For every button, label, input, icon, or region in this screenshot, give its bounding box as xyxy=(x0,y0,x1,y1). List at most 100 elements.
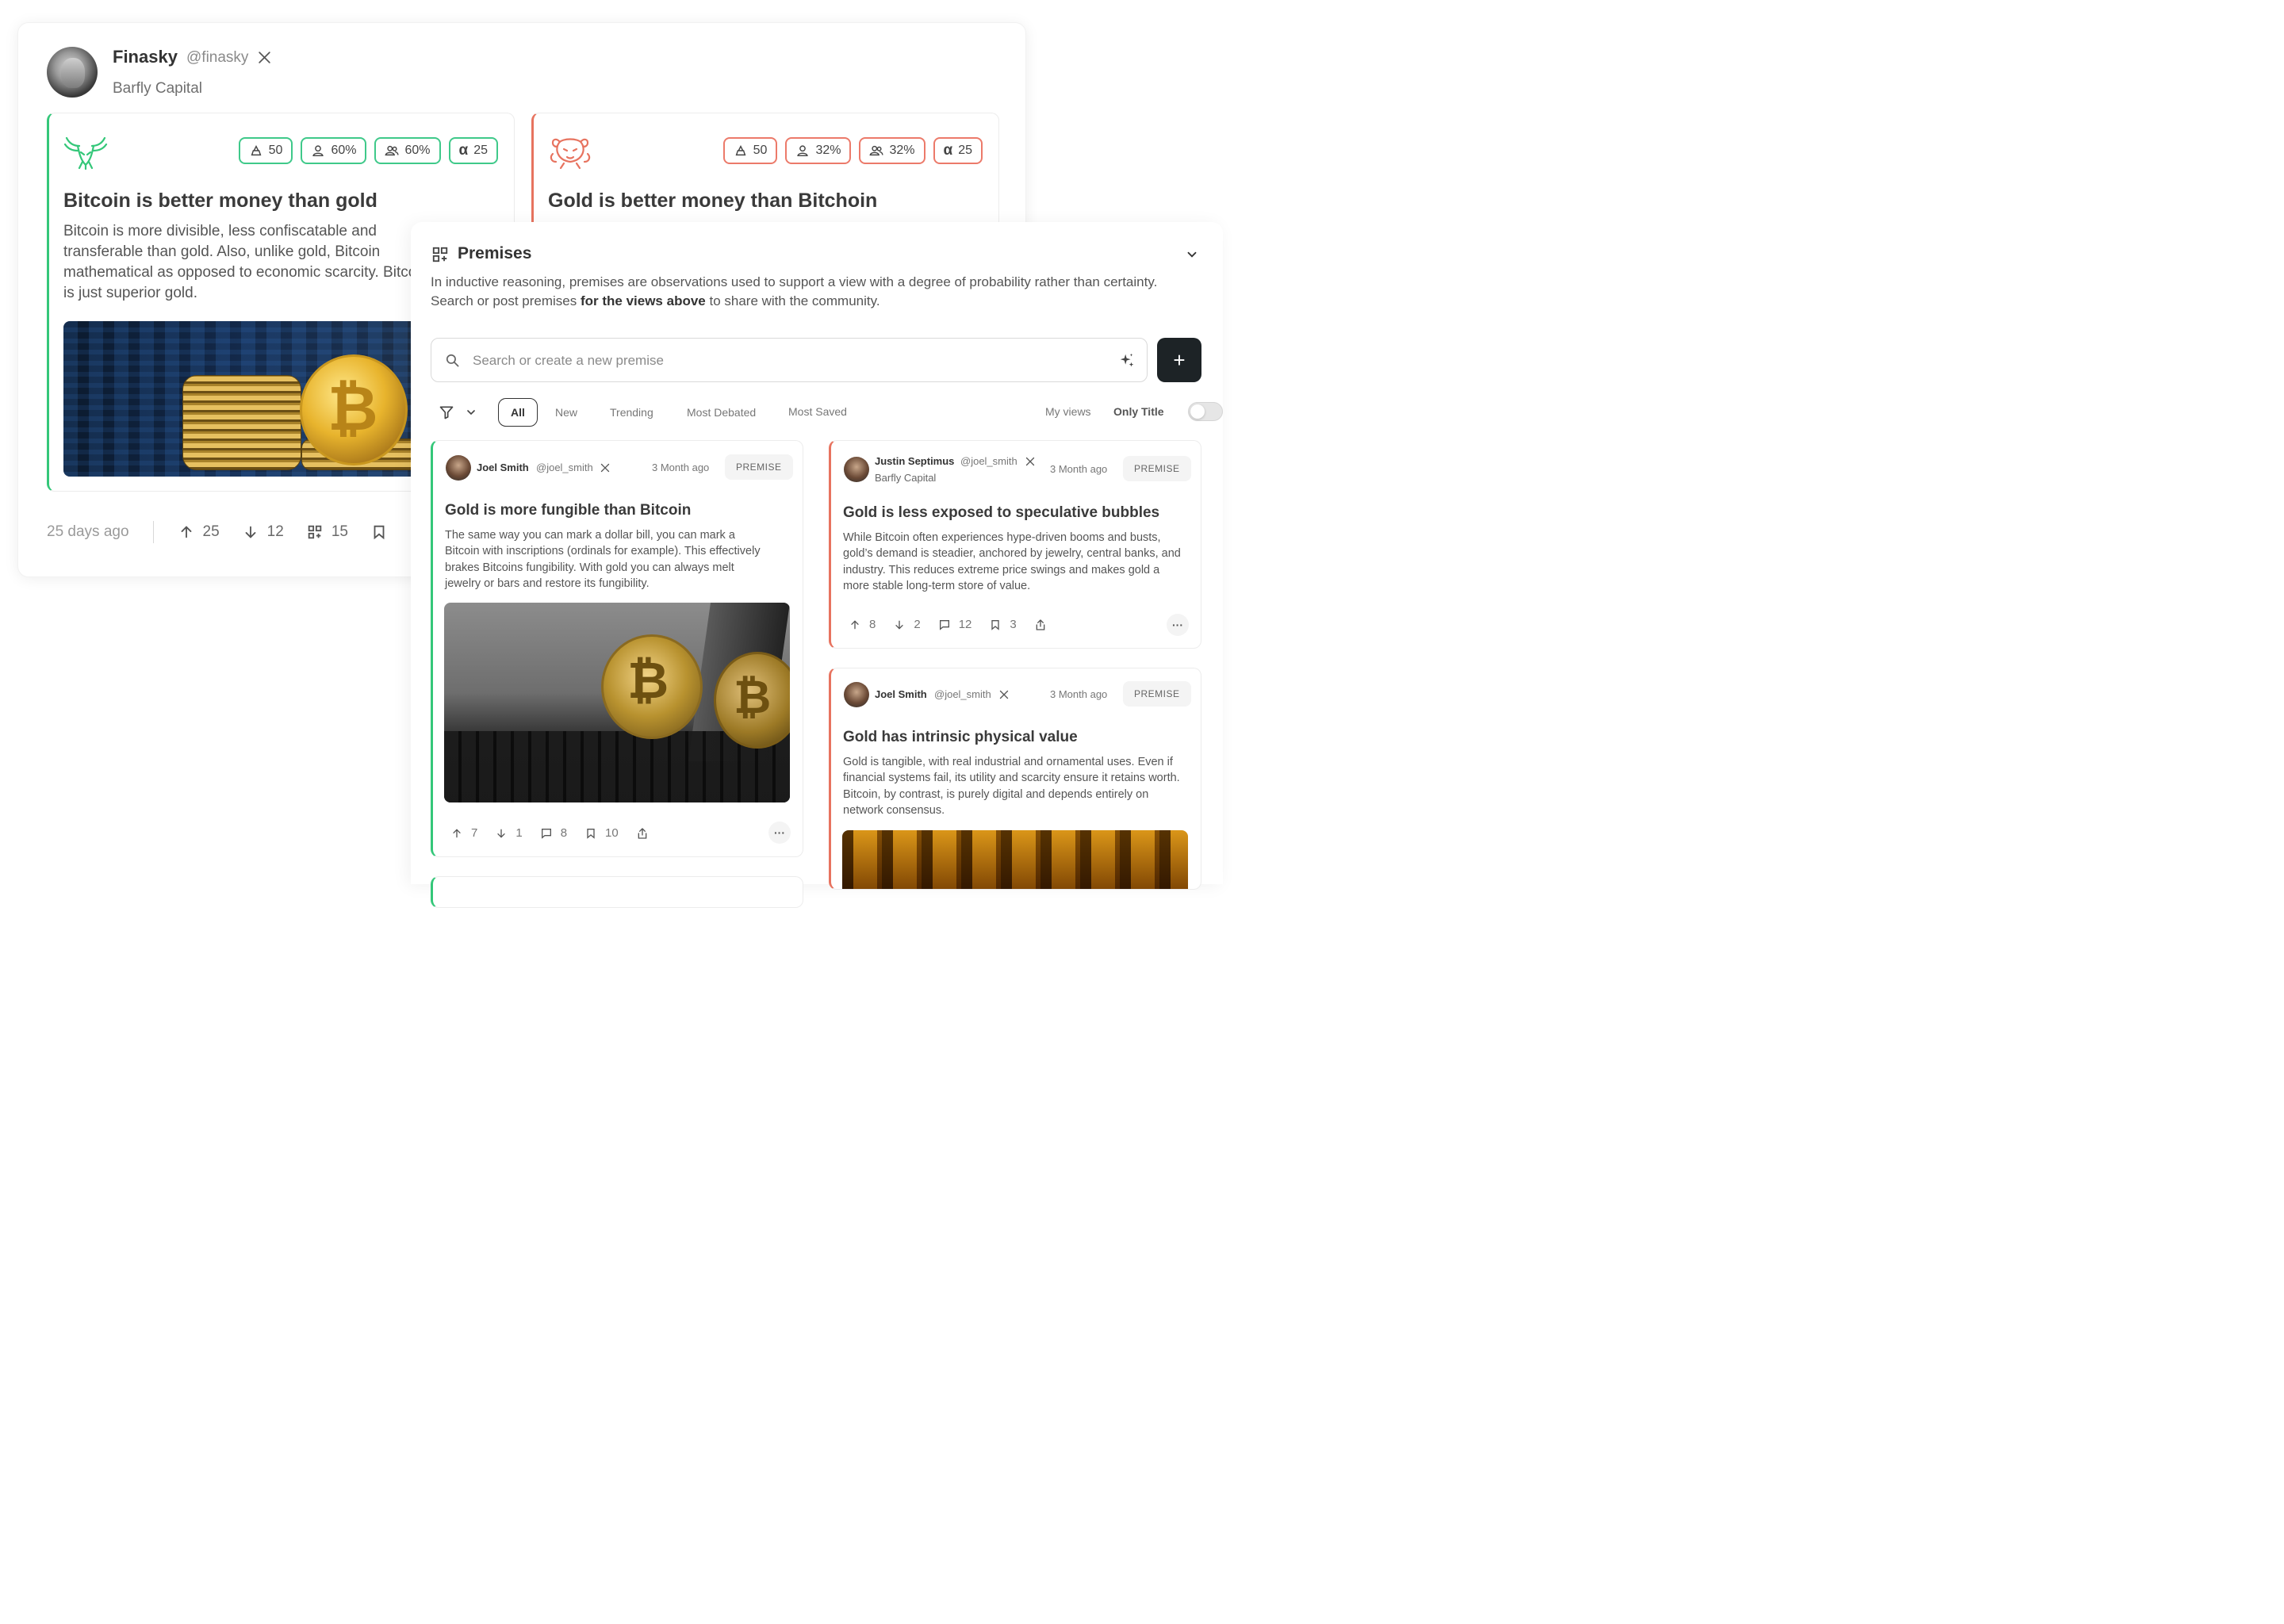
only-title-toggle[interactable] xyxy=(1188,402,1223,421)
stake-badge[interactable]: 50 xyxy=(722,137,778,164)
arrow-down-icon xyxy=(497,829,506,838)
x-logo-icon[interactable] xyxy=(999,690,1009,699)
premise-card[interactable]: Joel Smith @joel_smith 3 Month ago PREMI… xyxy=(829,668,1201,890)
alpha-value: 25 xyxy=(958,144,972,157)
stake-icon xyxy=(251,144,262,156)
divider xyxy=(152,521,154,543)
stake-badge[interactable]: 50 xyxy=(238,137,293,164)
ai-sparkle-icon[interactable] xyxy=(1118,352,1136,370)
more-options-button[interactable]: ··· xyxy=(1167,614,1189,636)
premise-title[interactable]: Gold is less exposed to speculative bubb… xyxy=(843,504,1159,522)
stake-value: 50 xyxy=(753,144,768,157)
premise-card[interactable] xyxy=(431,876,803,908)
x-logo-icon[interactable] xyxy=(1025,457,1035,466)
arrow-up-icon xyxy=(851,619,859,629)
upvote-count: 25 xyxy=(202,523,220,540)
premise-author-org: Barfly Capital xyxy=(875,472,937,484)
comment-icon xyxy=(939,619,949,630)
premise-handle[interactable]: @joel_smith xyxy=(960,455,1017,467)
bookmark-button[interactable]: 10 xyxy=(584,826,619,840)
community-agree-badge[interactable]: 60% xyxy=(374,137,441,164)
downvote-count: 12 xyxy=(266,523,284,540)
x-logo-icon[interactable] xyxy=(600,463,610,473)
premise-search-input[interactable] xyxy=(473,348,1091,373)
user-agree-badge[interactable]: 32% xyxy=(785,137,852,164)
avatar[interactable] xyxy=(844,682,869,707)
avatar[interactable] xyxy=(446,455,471,481)
tab-all[interactable]: All xyxy=(498,398,538,427)
tab-most-debated[interactable]: Most Debated xyxy=(687,398,756,427)
view-title[interactable]: Bitcoin is better money than gold xyxy=(63,190,377,213)
premise-author[interactable]: Joel Smith xyxy=(477,462,529,473)
upvote-button[interactable]: 8 xyxy=(849,618,876,631)
community-agree-badge[interactable]: 32% xyxy=(859,137,925,164)
premises-grid-icon xyxy=(432,247,448,262)
premise-title[interactable]: Gold is more fungible than Bitcoin xyxy=(445,502,691,519)
bookmark-icon xyxy=(587,828,595,839)
arrow-down-icon xyxy=(895,620,904,630)
premise-handle[interactable]: @joel_smith xyxy=(536,462,593,473)
user-icon xyxy=(312,145,324,157)
arrow-down-icon xyxy=(245,526,256,538)
author-name[interactable]: Finasky xyxy=(113,47,178,67)
premise-tag: PREMISE xyxy=(1123,681,1191,707)
tab-trending[interactable]: Trending xyxy=(610,398,653,427)
upvote-button[interactable]: 7 xyxy=(450,826,477,840)
filter-funnel-icon[interactable] xyxy=(439,404,454,420)
premise-handle[interactable]: @joel_smith xyxy=(934,688,991,700)
my-views-filter[interactable]: My views xyxy=(1045,405,1091,418)
share-button[interactable] xyxy=(1034,619,1047,631)
downvote-button[interactable]: 12 xyxy=(242,523,284,541)
add-premise-button[interactable]: + xyxy=(1157,338,1201,382)
bookmark-icon xyxy=(991,619,1000,630)
user-icon xyxy=(797,145,809,157)
premise-author[interactable]: Joel Smith xyxy=(875,688,927,700)
tab-most-saved[interactable]: Most Saved xyxy=(788,397,847,426)
premise-card[interactable]: Justin Septimus @joel_smith Barfly Capit… xyxy=(829,440,1201,649)
upvote-button[interactable]: 25 xyxy=(178,523,220,541)
alpha-value: 25 xyxy=(473,144,488,157)
downvote-button[interactable]: 2 xyxy=(893,618,921,631)
premises-grid-icon xyxy=(308,525,322,539)
posted-time: 25 days ago xyxy=(47,523,129,540)
view-title[interactable]: Gold is better money than Bitchoin xyxy=(548,190,877,213)
premise-search-box xyxy=(431,338,1148,382)
share-button[interactable] xyxy=(636,827,649,840)
tab-new[interactable]: New xyxy=(555,398,577,427)
author-avatar[interactable] xyxy=(47,47,98,98)
bear-logo-icon xyxy=(550,138,591,170)
bookmark-button[interactable] xyxy=(370,523,388,541)
downvote-button[interactable]: 1 xyxy=(495,826,523,840)
premise-body: The same way you can mark a dollar bill,… xyxy=(445,529,761,590)
premise-author[interactable]: Justin Septimus xyxy=(875,455,954,467)
premise-actions: 8 2 12 3 xyxy=(849,618,1064,631)
author-handle[interactable]: @finasky xyxy=(186,49,248,67)
more-options-button[interactable]: ··· xyxy=(768,822,791,844)
alpha-badge[interactable]: α 25 xyxy=(448,137,498,164)
author-organization: Barfly Capital xyxy=(113,80,202,97)
bookmark-icon xyxy=(374,525,385,540)
view-stats: 50 60% 60% α 25 xyxy=(238,137,498,164)
arrow-up-icon xyxy=(453,828,461,837)
premise-title[interactable]: Gold has intrinsic physical value xyxy=(843,729,1078,746)
comment-button[interactable]: 8 xyxy=(540,826,567,840)
premise-card[interactable]: Joel Smith @joel_smith 3 Month ago PREMI… xyxy=(431,440,803,857)
bookmark-button[interactable]: 3 xyxy=(989,618,1017,631)
bull-logo-icon xyxy=(63,136,108,170)
premises-count: 15 xyxy=(331,523,348,540)
premise-body: Gold is tangible, with real industrial a… xyxy=(843,756,1180,817)
community-agree-value: 60% xyxy=(404,144,431,157)
only-title-label: Only Title xyxy=(1113,405,1164,418)
upvote-count: 7 xyxy=(471,826,478,840)
premises-description: In inductive reasoning, premises are obs… xyxy=(431,274,1158,308)
filter-chevron-down-icon[interactable] xyxy=(465,406,477,419)
gold-bars-image xyxy=(842,830,1188,889)
user-agree-badge[interactable]: 60% xyxy=(301,137,367,164)
premises-button[interactable]: 15 xyxy=(306,523,348,541)
collapse-chevron-icon[interactable] xyxy=(1185,247,1199,262)
x-logo-icon[interactable] xyxy=(258,51,271,64)
alpha-icon: α xyxy=(943,142,953,159)
alpha-badge[interactable]: α 25 xyxy=(933,137,983,164)
comment-button[interactable]: 12 xyxy=(938,618,971,631)
avatar[interactable] xyxy=(844,457,869,482)
